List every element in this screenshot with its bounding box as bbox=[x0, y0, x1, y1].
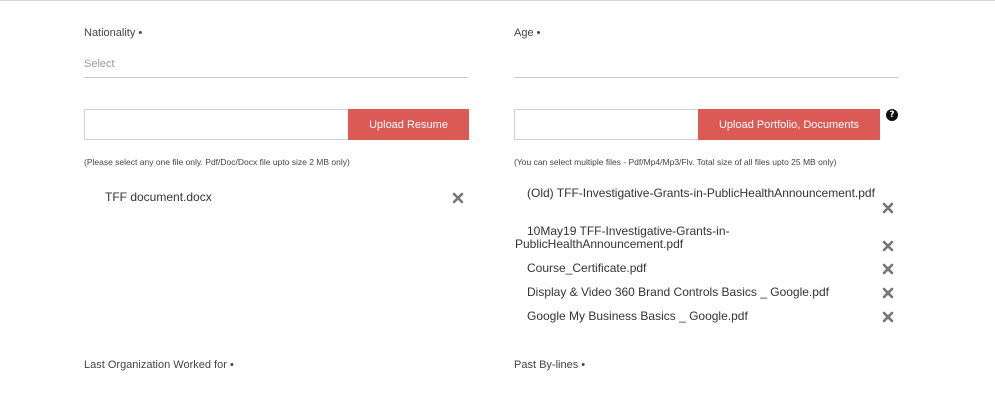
nationality-underline bbox=[84, 77, 468, 78]
portfolio-file-name: Display & Video 360 Brand Controls Basic… bbox=[527, 285, 829, 299]
remove-resume-file-icon[interactable] bbox=[452, 192, 464, 204]
past-bylines-label: Past By-lines • bbox=[514, 359, 586, 371]
remove-portfolio-file-icon[interactable] bbox=[882, 202, 894, 214]
portfolio-file-name: Course_Certificate.pdf bbox=[527, 261, 647, 275]
portfolio-note: (You can select multiple files - Pdf/Mp4… bbox=[514, 157, 837, 167]
last-organization-label: Last Organization Worked for • bbox=[84, 359, 234, 371]
resume-file-field[interactable] bbox=[84, 109, 349, 140]
resume-note: (Please select any one file only. Pdf/Do… bbox=[84, 157, 350, 167]
top-divider bbox=[0, 0, 995, 1]
remove-portfolio-file-icon[interactable] bbox=[882, 287, 894, 299]
help-icon[interactable]: ? bbox=[886, 109, 898, 121]
portfolio-file-name: Google My Business Basics _ Google.pdf bbox=[527, 309, 748, 323]
remove-portfolio-file-icon[interactable] bbox=[882, 240, 894, 252]
nationality-label: Nationality • bbox=[84, 27, 143, 39]
portfolio-file-name: (Old) TFF-Investigative-Grants-in-Public… bbox=[527, 186, 875, 200]
nationality-select[interactable]: Select bbox=[84, 58, 115, 70]
upload-portfolio-button[interactable]: Upload Portfolio, Documents bbox=[698, 109, 880, 140]
portfolio-file-field[interactable] bbox=[514, 109, 699, 140]
upload-resume-button[interactable]: Upload Resume bbox=[348, 109, 469, 140]
age-label: Age • bbox=[514, 27, 541, 39]
portfolio-file-name: PublicHealthAnnouncement.pdf bbox=[515, 237, 684, 251]
age-input[interactable] bbox=[514, 77, 898, 78]
resume-file-name: TFF document.docx bbox=[105, 190, 212, 204]
remove-portfolio-file-icon[interactable] bbox=[882, 311, 894, 323]
remove-portfolio-file-icon[interactable] bbox=[882, 263, 894, 275]
